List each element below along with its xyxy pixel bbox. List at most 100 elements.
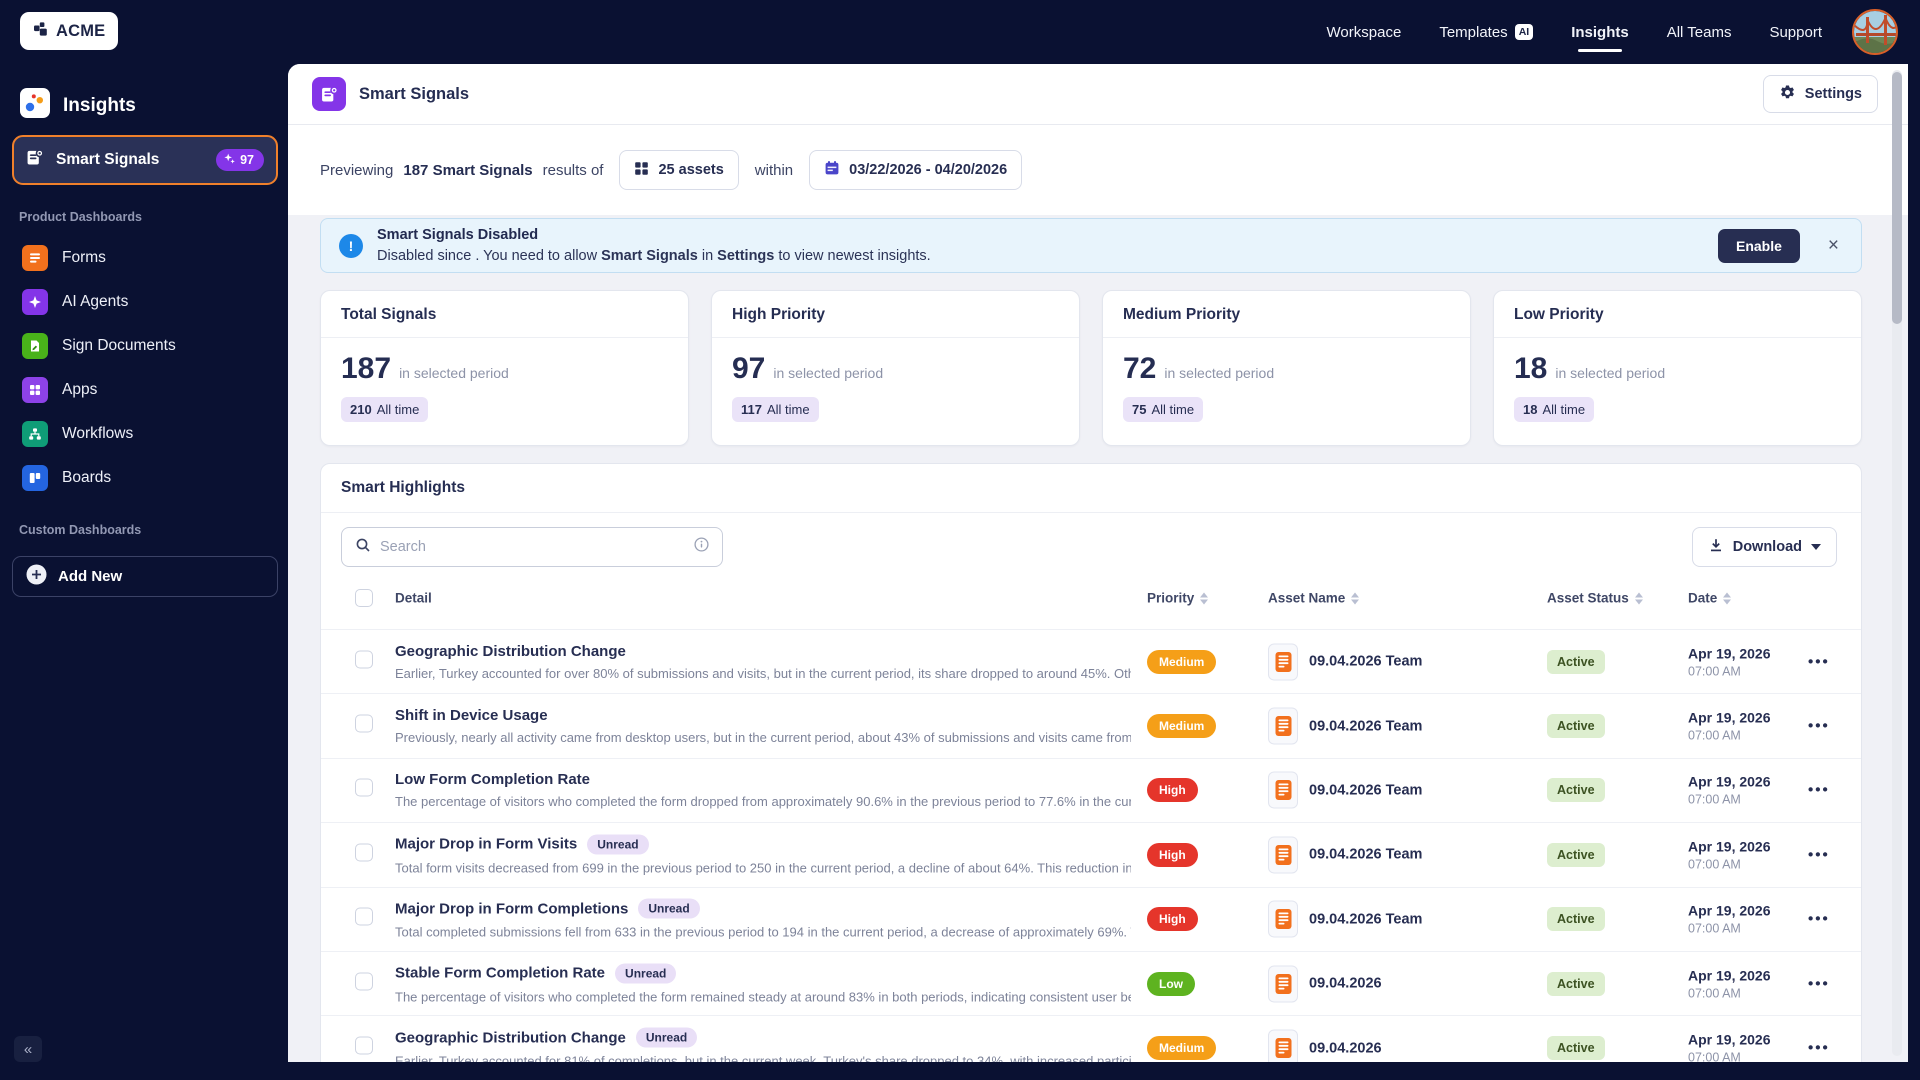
row-title-link[interactable]: Major Drop in Form Completions bbox=[395, 900, 628, 917]
column-header-priority[interactable]: Priority bbox=[1147, 591, 1209, 606]
sidebar-item-workflows[interactable]: Workflows bbox=[12, 412, 276, 456]
column-header-asset-name[interactable]: Asset Name bbox=[1268, 590, 1360, 606]
stat-card-medium-priority: Medium Priority 72 in selected period 75 All… bbox=[1102, 290, 1471, 446]
row-title-link[interactable]: Geographic Distribution Change bbox=[395, 1029, 626, 1046]
select-all-checkbox[interactable] bbox=[355, 589, 373, 607]
status-cell: Active bbox=[1547, 907, 1605, 932]
sort-icon[interactable] bbox=[1723, 592, 1732, 604]
asset-cell[interactable]: 09.04.2026 bbox=[1268, 965, 1382, 1003]
boards-icon bbox=[22, 465, 48, 491]
form-asset-icon bbox=[1268, 900, 1298, 938]
column-header-date[interactable]: Date bbox=[1688, 591, 1732, 606]
all-time-badge: 117 All time bbox=[732, 397, 819, 422]
asset-name: 09.04.2026 Team bbox=[1309, 653, 1423, 670]
priority-cell: Medium bbox=[1147, 714, 1217, 739]
row-title-link[interactable]: Stable Form Completion Rate bbox=[395, 965, 605, 982]
asset-cell[interactable]: 09.04.2026 Team bbox=[1268, 707, 1422, 745]
app-root: ACME Workspace Templates AI Insights All Tea… bbox=[0, 0, 1920, 1080]
table-row: Shift in Device Usage Previously, nearly … bbox=[321, 694, 1861, 759]
row-checkbox[interactable] bbox=[355, 1036, 373, 1055]
detail-cell: Stable Form Completion Rate Unread The per… bbox=[395, 963, 1131, 1004]
ai-agents-icon bbox=[22, 289, 48, 315]
asset-cell[interactable]: 09.04.2026 Team bbox=[1268, 836, 1422, 874]
nav-item-support[interactable]: Support bbox=[1769, 0, 1822, 64]
priority-badge: High bbox=[1147, 778, 1198, 803]
sidebar-item-sign-documents[interactable]: Sign Documents bbox=[12, 324, 276, 368]
kebab-menu-icon[interactable]: ••• bbox=[1808, 782, 1830, 799]
sparkle-icon bbox=[224, 153, 235, 167]
search-input[interactable] bbox=[380, 539, 685, 555]
stat-card-total-signals: Total Signals 187 in selected period 210 All… bbox=[320, 290, 689, 446]
row-title-link[interactable]: Shift in Device Usage bbox=[395, 707, 548, 724]
date-range-button[interactable]: 03/22/2026 - 04/20/2026 bbox=[809, 150, 1023, 190]
sidebar-item-boards[interactable]: Boards bbox=[12, 456, 276, 500]
kebab-menu-icon[interactable]: ••• bbox=[1808, 1040, 1830, 1057]
acme-logo[interactable]: ACME bbox=[20, 12, 119, 50]
asset-cell[interactable]: 09.04.2026 Team bbox=[1268, 900, 1423, 938]
sort-icon[interactable] bbox=[1634, 592, 1643, 604]
row-checkbox[interactable] bbox=[355, 714, 373, 733]
row-checkbox[interactable] bbox=[355, 650, 373, 669]
date-cell: Apr 19, 2026 07:00 AM bbox=[1688, 838, 1771, 871]
asset-name: 09.04.2026 Team bbox=[1309, 911, 1423, 928]
row-title-link[interactable]: Geographic Distribution Change bbox=[395, 643, 626, 660]
sidebar-title: Insights bbox=[20, 88, 136, 124]
form-asset-icon bbox=[1268, 1029, 1298, 1062]
nav-item-label: Insights bbox=[1571, 23, 1629, 41]
add-new-button[interactable]: Add New bbox=[12, 556, 278, 597]
kebab-menu-icon[interactable]: ••• bbox=[1808, 653, 1830, 670]
row-title-link[interactable]: Low Form Completion Rate bbox=[395, 771, 590, 788]
sidebar-item-label: Workflows bbox=[62, 425, 134, 442]
close-icon[interactable]: × bbox=[1828, 236, 1839, 255]
nav-item-insights[interactable]: Insights bbox=[1571, 0, 1629, 64]
date-cell: Apr 19, 2026 07:00 AM bbox=[1688, 774, 1771, 807]
time-value: 07:00 AM bbox=[1688, 728, 1741, 743]
row-checkbox[interactable] bbox=[355, 907, 373, 926]
sidebar-item-ai-agents[interactable]: AI Agents bbox=[12, 280, 276, 324]
row-checkbox[interactable] bbox=[355, 843, 373, 862]
user-avatar[interactable] bbox=[1852, 9, 1898, 55]
kebab-menu-icon[interactable]: ••• bbox=[1808, 911, 1830, 928]
status-badge: Active bbox=[1547, 971, 1605, 996]
nav-item-templates[interactable]: Templates AI bbox=[1439, 0, 1534, 64]
calendar-icon bbox=[824, 160, 840, 180]
row-checkbox[interactable] bbox=[355, 778, 373, 797]
row-title-link[interactable]: Major Drop in Form Visits bbox=[395, 836, 577, 853]
sidebar-item-label: Smart Signals bbox=[56, 151, 160, 168]
kebab-menu-icon[interactable]: ••• bbox=[1808, 846, 1830, 863]
asset-cell[interactable]: 09.04.2026 Team bbox=[1268, 771, 1422, 809]
sort-icon[interactable] bbox=[1351, 592, 1360, 604]
stat-card-low-priority: Low Priority 18 in selected period 18 All ti… bbox=[1493, 290, 1862, 446]
asset-cell[interactable]: 09.04.2026 Team bbox=[1268, 643, 1423, 681]
status-cell: Active bbox=[1547, 778, 1605, 803]
download-button[interactable]: Download bbox=[1691, 527, 1837, 567]
sort-icon[interactable] bbox=[1200, 592, 1209, 604]
stat-card-body: 187 in selected period 210 All time bbox=[321, 338, 688, 436]
date-cell: Apr 19, 2026 07:00 AM bbox=[1688, 710, 1771, 743]
column-header-label: Asset Name bbox=[1268, 590, 1346, 606]
all-time-label: All time bbox=[1542, 402, 1586, 417]
collapse-sidebar-button[interactable]: « bbox=[14, 1036, 42, 1062]
status-badge: Active bbox=[1547, 649, 1605, 674]
nav-item-all-teams[interactable]: All Teams bbox=[1667, 0, 1732, 64]
sidebar-item-smart-signals[interactable]: Smart Signals 97 bbox=[12, 135, 278, 185]
scrollbar-thumb[interactable] bbox=[1892, 72, 1902, 324]
settings-button[interactable]: Settings bbox=[1762, 75, 1878, 113]
priority-cell: High bbox=[1147, 907, 1198, 932]
sidebar-item-forms[interactable]: Forms bbox=[12, 236, 276, 280]
unread-badge: Unread bbox=[635, 1027, 698, 1048]
row-checkbox-cell bbox=[355, 1036, 373, 1060]
column-header-asset-status[interactable]: Asset Status bbox=[1547, 591, 1643, 606]
row-title-line: Major Drop in Form Completions Unread bbox=[395, 898, 1131, 919]
kebab-menu-icon[interactable]: ••• bbox=[1808, 975, 1830, 992]
nav-item-workspace[interactable]: Workspace bbox=[1327, 0, 1402, 64]
assets-filter-button[interactable]: 25 assets bbox=[619, 150, 739, 190]
kebab-menu-icon[interactable]: ••• bbox=[1808, 718, 1830, 735]
search-box bbox=[341, 527, 723, 567]
sidebar-item-apps[interactable]: Apps bbox=[12, 368, 276, 412]
stat-caption: in selected period bbox=[773, 365, 884, 381]
row-checkbox[interactable] bbox=[355, 972, 373, 991]
status-badge: Active bbox=[1547, 778, 1605, 803]
asset-cell[interactable]: 09.04.2026 bbox=[1268, 1029, 1382, 1062]
enable-button[interactable]: Enable bbox=[1717, 228, 1800, 263]
